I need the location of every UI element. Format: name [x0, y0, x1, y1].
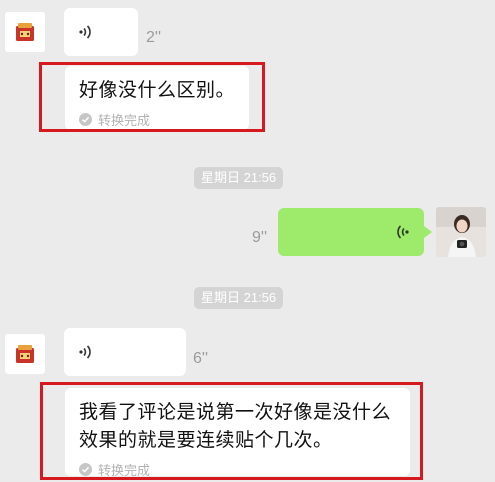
bubble-tail [424, 226, 432, 238]
outgoing-voice-duration: 9'' [252, 229, 268, 246]
sender-avatar[interactable] [5, 334, 45, 374]
voice-wave-icon [79, 25, 91, 39]
voice-duration: 6'' [193, 350, 209, 367]
timestamp-divider: 星期日 21:56 [194, 167, 284, 189]
own-avatar[interactable] [436, 207, 486, 257]
highlight-frame [39, 62, 265, 132]
voice-duration: 2'' [146, 29, 162, 46]
outgoing-voice-bubble[interactable] [278, 208, 424, 256]
voice-wave-icon [79, 345, 91, 359]
voice-message-bubble[interactable] [64, 8, 138, 56]
sender-avatar[interactable] [5, 12, 45, 52]
timestamp-divider: 星期日 21:56 [194, 287, 284, 309]
red-box-avatar-icon [16, 23, 34, 41]
voice-wave-icon [397, 225, 409, 239]
photo-avatar [436, 207, 486, 257]
voice-message-bubble[interactable] [64, 328, 186, 376]
red-box-avatar-icon [16, 345, 34, 363]
highlight-frame [40, 382, 423, 480]
